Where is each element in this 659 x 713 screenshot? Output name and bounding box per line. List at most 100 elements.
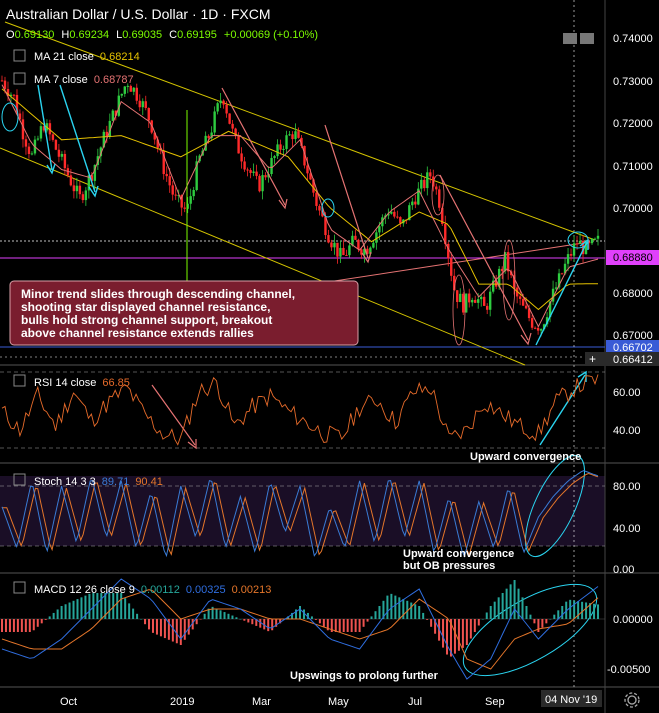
- macd-histogram-bar: [537, 619, 540, 632]
- candle-body: [168, 176, 171, 186]
- macd-histogram-bar: [175, 619, 178, 644]
- candle-body: [390, 211, 393, 214]
- candle-body: [279, 144, 282, 150]
- macd-histogram-bar: [251, 619, 254, 625]
- candle-body: [479, 296, 483, 300]
- svg-text:Jul: Jul: [408, 696, 422, 708]
- macd-histogram-bar: [199, 619, 202, 620]
- macd-histogram-bar: [414, 604, 417, 619]
- macd-histogram-bar: [465, 619, 468, 645]
- macd-histogram-bar: [549, 619, 552, 620]
- candle-body: [530, 318, 534, 328]
- candle-body: [264, 175, 267, 178]
- macd-histogram-bar: [593, 603, 596, 619]
- candle-body: [566, 254, 570, 264]
- candle-body: [174, 194, 177, 196]
- svg-text:2019: 2019: [170, 696, 194, 708]
- candle-body: [423, 179, 426, 189]
- macd-histogram-bar: [529, 614, 532, 619]
- macd-histogram-bar: [60, 606, 63, 619]
- candle-body: [225, 104, 228, 114]
- macd-histogram-bar: [203, 613, 206, 619]
- macd-histogram-bar: [100, 593, 103, 619]
- candle-body: [420, 179, 423, 189]
- macd-histogram-bar: [394, 595, 397, 619]
- macd-histogram-bar: [378, 606, 381, 619]
- candle-body: [132, 87, 135, 92]
- candle-body: [249, 170, 252, 173]
- candle-body: [36, 138, 40, 140]
- candle-body: [474, 299, 477, 303]
- svg-text:80.00: 80.00: [613, 481, 641, 493]
- candle-body: [54, 139, 58, 150]
- macd-histogram-bar: [457, 619, 460, 651]
- candle-body: [539, 329, 543, 331]
- macd-histogram-bar: [513, 580, 516, 619]
- svg-text:shooting star displayed channe: shooting star displayed channel resistan…: [21, 300, 270, 314]
- crosshair-icon: +: [589, 352, 596, 366]
- macd-histogram-bar: [553, 614, 556, 619]
- candle-body: [231, 123, 234, 129]
- macd-histogram-bar: [12, 619, 15, 632]
- candle-body: [297, 131, 300, 138]
- chart-canvas[interactable]: Australian Dollar / U.S. Dollar · 1D · F…: [0, 0, 659, 713]
- candle-body: [129, 85, 132, 92]
- macd-histogram-bar: [44, 619, 47, 620]
- macd-histogram-bar: [8, 619, 11, 632]
- candle-body: [228, 113, 231, 124]
- macd-annotation: Upswings to prolong further: [290, 670, 439, 682]
- macd-histogram-bar: [370, 616, 373, 619]
- rsi-legend[interactable]: RSI 14 close 66.85: [34, 377, 130, 389]
- macd-histogram-bar: [386, 595, 389, 619]
- candle-body: [536, 327, 540, 331]
- candle-body: [575, 243, 579, 245]
- macd-histogram-bar: [235, 617, 238, 619]
- macd-histogram-bar: [243, 619, 246, 621]
- candle-body: [246, 169, 249, 171]
- svg-text:MA 21 close0.68214: MA 21 close 0.68214: [34, 51, 140, 63]
- candle-body: [276, 144, 279, 157]
- macd-histogram-bar: [442, 619, 445, 648]
- macd-histogram-bar: [493, 601, 496, 619]
- candle-body: [578, 240, 582, 244]
- candle-body: [372, 242, 375, 248]
- macd-histogram-bar: [76, 599, 79, 619]
- rsi-annotation: Upward convergence: [470, 451, 581, 463]
- candle-body: [72, 185, 76, 192]
- candle-body: [488, 291, 492, 310]
- macd-histogram-bar: [96, 593, 99, 619]
- svg-text:above channel resistance exten: above channel resistance extends rallies: [21, 326, 254, 340]
- candle-body: [126, 85, 129, 87]
- macd-histogram-bar: [418, 606, 421, 619]
- candle-body: [336, 242, 339, 257]
- svg-text:0.74000: 0.74000: [613, 33, 653, 45]
- candle-body: [141, 101, 144, 108]
- settings-button[interactable]: [580, 33, 594, 44]
- candle-body: [399, 217, 402, 224]
- svg-text:Minor trend slides through des: Minor trend slides through descending ch…: [21, 287, 295, 301]
- candle-body: [0, 80, 4, 82]
- candle-body: [51, 134, 55, 140]
- macd-histogram-bar: [40, 619, 43, 624]
- macd-histogram-bar: [505, 588, 508, 619]
- macd-histogram-bar: [477, 619, 480, 626]
- candle-body: [27, 146, 31, 154]
- macd-histogram-bar: [148, 619, 151, 630]
- macd-histogram-bar: [24, 619, 27, 632]
- candle-body: [560, 273, 564, 275]
- macd-legend[interactable]: MACD 12 26 close 9 0.00112 0.00325 0.00213: [34, 584, 271, 596]
- candle-body: [482, 296, 486, 306]
- candle-body: [207, 135, 210, 139]
- macd-histogram-bar: [597, 604, 599, 619]
- candle-body: [345, 255, 348, 257]
- macd-histogram-bar: [247, 619, 250, 623]
- macd-histogram-bar: [140, 619, 143, 620]
- macd-histogram-bar: [561, 606, 564, 619]
- candle-body: [60, 153, 64, 157]
- collapse-button[interactable]: [563, 33, 577, 44]
- macd-histogram-bar: [231, 615, 234, 619]
- candle-body: [165, 174, 168, 177]
- svg-text:0.00000: 0.00000: [613, 614, 653, 626]
- candle-body: [330, 242, 333, 248]
- candle-body: [378, 226, 381, 233]
